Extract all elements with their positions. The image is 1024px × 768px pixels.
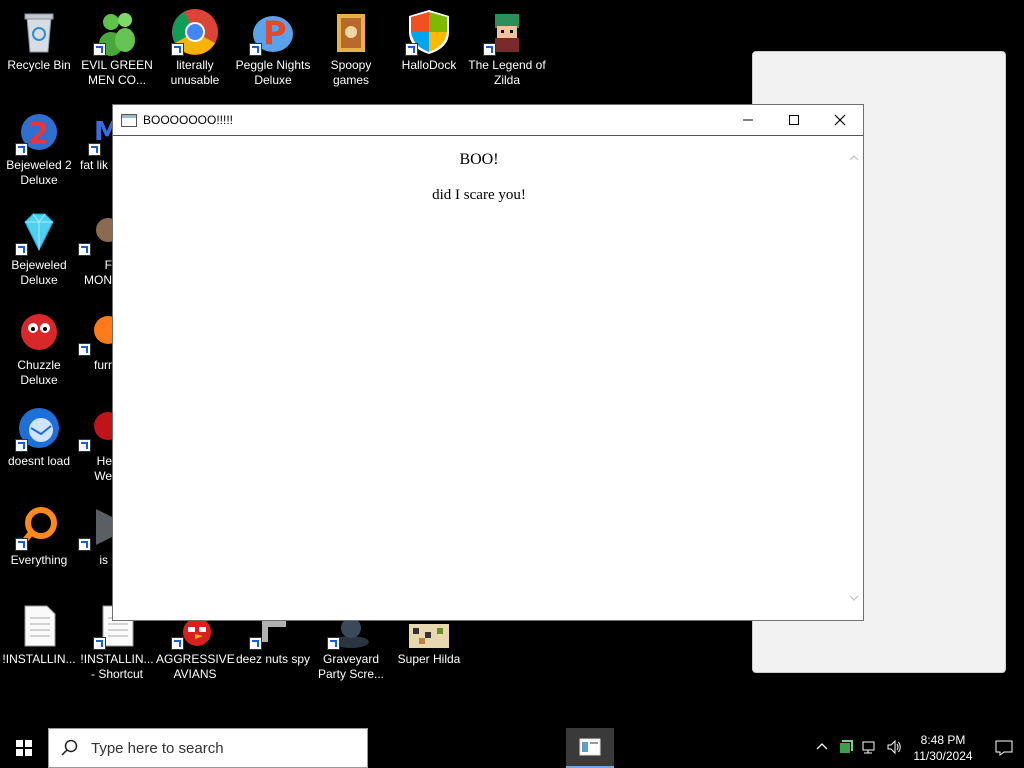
app-window-icon [579,738,601,756]
shortcut-arrow-icon [327,637,340,650]
window-content: BOO! did I scare you! [113,136,845,620]
security-tray-icon[interactable] [834,739,858,758]
desktop-icon-everything[interactable]: Everything [0,503,78,568]
desktop-icon-f-mon[interactable]: F MON [78,208,112,288]
shortcut-arrow-icon [93,43,106,56]
peggle-icon: P [249,8,297,56]
app-window-icon [121,113,137,127]
recycle-bin-icon [15,8,63,56]
taskbar: 8:48 PM 11/30/2024 [0,728,1024,768]
shortcut-arrow-icon [171,637,184,650]
search-input[interactable] [89,738,343,758]
app-icon [78,208,112,256]
shortcut-arrow-icon [15,538,28,551]
magnifier-icon [15,503,63,551]
window-titlebar[interactable]: BOOOOOOO!!!!! [113,105,863,136]
show-hidden-icons-chevron-up-icon[interactable] [810,740,834,756]
app-icon [78,503,112,551]
vertical-scrollbar[interactable] [845,136,863,620]
text-document-icon [15,602,63,650]
diamond-icon [15,208,63,256]
chuzzle-icon [15,308,63,356]
desktop-icon-bejeweled-2[interactable]: 2 Bejeweled 2 Deluxe [0,108,78,188]
desktop-icon-thunderbird[interactable]: doesnt load [0,404,78,469]
network-icon[interactable] [858,739,882,758]
thunderbird-icon [15,404,63,452]
notification-center-button[interactable] [984,728,1024,768]
desktop-icon-bejeweled[interactable]: Bejeweled Deluxe [0,208,78,288]
scare-message: did I scare you! [432,187,526,203]
desktop-icon-he-we[interactable]: He We [78,404,112,484]
shortcut-arrow-icon [93,637,106,650]
minimize-icon [743,119,753,121]
shortcut-arrow-icon [78,538,91,551]
boo-window[interactable]: BOOOOOOO!!!!! BOO! did I scare you! [112,104,864,621]
notification-icon [995,740,1013,756]
desktop-icon-evil-green-men[interactable]: EVIL GREEN MEN CO... [78,8,156,88]
start-button[interactable] [0,728,48,768]
desktop-icon-furr[interactable]: furr [78,308,112,373]
shortcut-arrow-icon [249,637,262,650]
taskbar-app-boo-window[interactable] [566,728,614,768]
maximize-button[interactable] [771,105,817,135]
scroll-up-icon[interactable] [848,152,860,164]
desktop-icon-peggle-nights[interactable]: P Peggle Nights Deluxe [234,8,312,88]
clock-date: 11/30/2024 [913,749,973,763]
scroll-down-icon[interactable] [848,592,860,604]
shortcut-arrow-icon [78,439,91,452]
boo-heading: BOO! [459,151,499,168]
green-men-icon [93,8,141,56]
shortcut-arrow-icon [405,43,418,56]
desktop-icon-legend-of-zilda[interactable]: The Legend of Zilda [468,8,546,88]
desktop-icon-is[interactable]: is [78,503,112,568]
svg-text:P: P [263,14,286,52]
shortcut-arrow-icon [15,439,28,452]
windows-logo-icon [16,740,32,756]
zilda-character-icon [483,8,531,56]
shortcut-arrow-icon [483,43,496,56]
volume-icon[interactable] [882,739,906,758]
search-icon [61,739,79,757]
desktop-icon-installing[interactable]: !INSTALLIN... [0,602,78,667]
windows-shield-icon [405,8,453,56]
clock[interactable]: 8:48 PM 11/30/2024 [912,732,974,764]
desktop-icon-hallodock[interactable]: HalloDock [390,8,468,73]
close-button[interactable] [817,105,863,135]
clock-time: 8:48 PM [920,733,966,747]
desktop-icon-spoopy-games[interactable]: Spoopy games [312,8,390,88]
firefox-icon [78,308,112,356]
shortcut-arrow-icon [78,343,91,356]
shortcut-arrow-icon [78,243,91,256]
close-icon [834,114,846,126]
shortcut-arrow-icon [249,43,262,56]
shortcut-arrow-icon [88,143,101,156]
desktop-icon-chrome[interactable]: literally unusable [156,8,234,88]
app-icon: M [88,108,112,156]
shortcut-arrow-icon [15,143,28,156]
svg-text:2: 2 [28,117,49,152]
system-tray: 8:48 PM 11/30/2024 [810,728,1024,768]
desktop-icon-fat-lik[interactable]: M fat lik [78,108,112,173]
minimize-button[interactable] [725,105,771,135]
taskbar-search[interactable] [48,728,368,768]
folder-icon [327,8,375,56]
shortcut-arrow-icon [15,243,28,256]
bejeweled-2-icon: 2 [15,108,63,156]
window-title: BOOOOOOO!!!!! [143,113,234,127]
shortcut-arrow-icon [171,43,184,56]
desktop-icon-recycle-bin[interactable]: Recycle Bin [0,8,78,73]
app-icon [78,404,112,452]
chrome-icon [171,8,219,56]
desktop-icon-chuzzle[interactable]: Chuzzle Deluxe [0,308,78,388]
maximize-icon [789,115,799,125]
